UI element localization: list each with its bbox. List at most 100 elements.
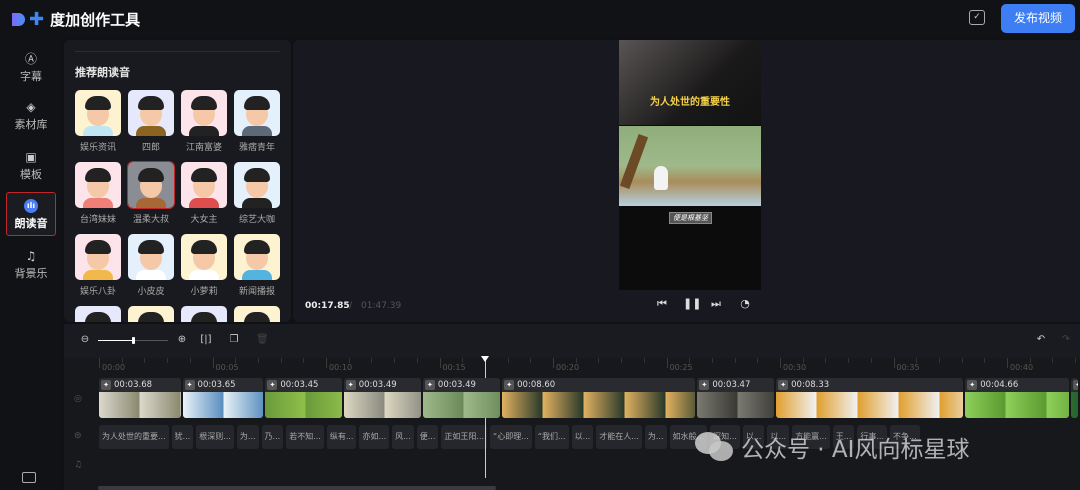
sidebar-item-1[interactable]: ◈ 素材库 <box>6 94 56 138</box>
video-clip[interactable]: ✦ 00:08.33 <box>776 378 964 418</box>
voice-avatar <box>75 162 121 208</box>
video-clip[interactable]: ✦ <box>1071 378 1078 418</box>
redo-icon[interactable]: ↷ <box>1060 334 1072 346</box>
voice-label: 雅痞青年 <box>238 143 275 153</box>
undo-icon[interactable]: ↶ <box>1035 334 1047 346</box>
clip-duration-text: 00:03.47 <box>712 380 751 390</box>
ruler-tick <box>212 358 214 368</box>
video-clip[interactable]: ✦ 00:08.60 <box>502 378 696 418</box>
subtitle-clip[interactable]: “心即理... <box>490 425 532 449</box>
video-clip[interactable]: ✦ 00:03.65 <box>182 378 264 418</box>
total-time: 01:47.39 <box>361 301 402 311</box>
ruler-tick <box>711 358 713 363</box>
subtitle-clip[interactable]: “我们... <box>534 425 569 449</box>
sparkle-icon: ✦ <box>424 380 435 390</box>
voice-avatar <box>234 234 280 280</box>
split-icon[interactable]: [|] <box>200 334 212 346</box>
zoom-handle[interactable] <box>132 337 135 344</box>
voice-card[interactable]: 娱乐八卦 <box>75 234 121 297</box>
ruler-tick <box>99 358 100 368</box>
voice-avatar <box>234 162 280 208</box>
skip-forward-icon[interactable]: ⏭ <box>709 297 723 311</box>
voice-card[interactable]: 四郎 <box>128 90 174 153</box>
ruler-tick <box>848 358 850 363</box>
voice-card[interactable]: 新闻播报 <box>234 234 280 297</box>
clip-duration: ✦ 00:03.49 <box>423 378 500 392</box>
subtitle-clip[interactable]: 根深则... <box>196 425 234 449</box>
clip-duration: ✦ 00:08.33 <box>776 378 963 392</box>
playhead-handle[interactable] <box>481 356 489 362</box>
subtitle-track-icon: ⊜ <box>74 431 82 441</box>
delete-icon[interactable]: 🗑 <box>256 334 269 346</box>
zoom-out-icon[interactable]: ⊖ <box>79 334 91 346</box>
voice-card[interactable] <box>75 306 121 322</box>
pause-icon[interactable]: ❚❚ <box>683 297 701 310</box>
voice-label: 温柔大叔 <box>132 215 169 225</box>
sidebar-item-2[interactable]: ▣ 模板 <box>6 144 56 188</box>
sidebar-item-3[interactable]: ılı 朗读音 <box>6 192 56 236</box>
voice-card[interactable]: 温柔大叔 <box>127 161 175 225</box>
clip-duration-text: 00:03.49 <box>437 380 476 390</box>
clip-duration: ✦ 00:03.65 <box>183 378 264 392</box>
voice-card[interactable]: 娱乐资讯 <box>75 90 121 153</box>
subtitle-clip[interactable]: 为... <box>236 425 259 449</box>
clip-duration-text: 00:03.49 <box>358 380 397 390</box>
ruler-tick <box>1075 358 1077 363</box>
voice-card[interactable] <box>234 306 280 322</box>
zoom-in-icon[interactable]: ⊕ <box>176 334 188 346</box>
ruler-label: 00:30 <box>783 363 807 372</box>
ruler-tick <box>734 358 736 363</box>
publish-video-button[interactable]: 发布视频 <box>1001 4 1075 33</box>
video-clip[interactable]: ✦ 00:03.49 <box>422 378 501 418</box>
tree-shape <box>619 133 649 190</box>
music-track-icon: ♫ <box>74 460 83 470</box>
voice-card[interactable]: 小皮皮 <box>128 234 174 297</box>
subtitle-clip[interactable]: 乃... <box>261 425 284 449</box>
voice-card[interactable]: 台湾妹妹 <box>75 162 121 225</box>
ruler-tick <box>984 358 986 363</box>
voice-card[interactable]: 江南富婆 <box>181 90 227 153</box>
ruler-tick <box>326 358 327 368</box>
subtitle-clip[interactable]: 若不知... <box>286 425 324 449</box>
video-clip[interactable]: ✦ 00:04.66 <box>965 378 1069 418</box>
video-clip[interactable]: ✦ 00:03.49 <box>343 378 421 418</box>
clip-duration-text: 00:08.60 <box>517 380 556 390</box>
top-bar: ✚ 度加创作工具 ✓ 发布视频 <box>0 0 1080 38</box>
speed-gauge-icon[interactable]: ◔ <box>738 297 752 310</box>
voice-card[interactable]: 大女主 <box>181 162 227 225</box>
sidebar-item-0[interactable]: Ⓐ 字幕 <box>6 46 56 90</box>
voice-card[interactable] <box>128 306 174 322</box>
subtitle-clip[interactable]: 才能在人... <box>596 425 642 449</box>
voice-card[interactable] <box>181 306 227 322</box>
app-title: 度加创作工具 <box>50 11 141 29</box>
subtitle-clip[interactable]: 以... <box>571 425 594 449</box>
time-ruler[interactable]: 00:00 00:05 00:10 00:15 00:20 00:25 00:30 00:35… <box>99 358 1077 376</box>
preview-panel: 为人处世的重要性 便是根基坚 00:17.85 / 01:47.39 ⏮ ❚❚ … <box>293 40 1080 322</box>
zoom-slider[interactable] <box>98 337 168 344</box>
keyboard-shortcuts-icon[interactable] <box>22 472 36 483</box>
horizontal-scrollbar[interactable] <box>98 486 496 490</box>
video-player[interactable]: 为人处世的重要性 便是根基坚 <box>619 40 761 290</box>
voice-avatar <box>128 234 174 280</box>
clip-thumbnail <box>265 392 342 418</box>
ruler-tick <box>167 358 169 363</box>
subtitle-clip[interactable]: 风... <box>392 425 414 449</box>
voice-card[interactable]: 小萝莉 <box>181 234 227 297</box>
subtitle-clip[interactable]: 便... <box>416 425 439 449</box>
task-check-icon[interactable]: ✓ <box>969 10 985 25</box>
subtitle-clip[interactable]: 正如王阳... <box>441 425 488 449</box>
sidebar-item-4[interactable]: ♫ 背景乐 <box>6 243 56 287</box>
subtitle-clip[interactable]: 为人处世的重要... <box>99 425 169 449</box>
copy-icon[interactable]: ❐ <box>228 334 240 346</box>
video-clip[interactable]: ✦ 00:03.45 <box>265 378 342 418</box>
voice-card[interactable]: 雅痞青年 <box>234 90 280 153</box>
skip-back-icon[interactable]: ⏮ <box>655 297 669 311</box>
video-clip[interactable]: ✦ 00:03.47 <box>697 378 775 418</box>
voice-card[interactable]: 综艺大咖 <box>234 162 280 225</box>
video-clip[interactable]: ✦ 00:03.68 <box>99 378 181 418</box>
subtitle-clip[interactable]: 纵有... <box>326 425 357 449</box>
subtitle-clip[interactable]: 亦如... <box>359 425 390 449</box>
ruler-label: 00:40 <box>1010 363 1034 372</box>
subtitle-clip[interactable]: 犹... <box>171 425 194 449</box>
subtitle-clip[interactable]: 为... <box>644 425 667 449</box>
